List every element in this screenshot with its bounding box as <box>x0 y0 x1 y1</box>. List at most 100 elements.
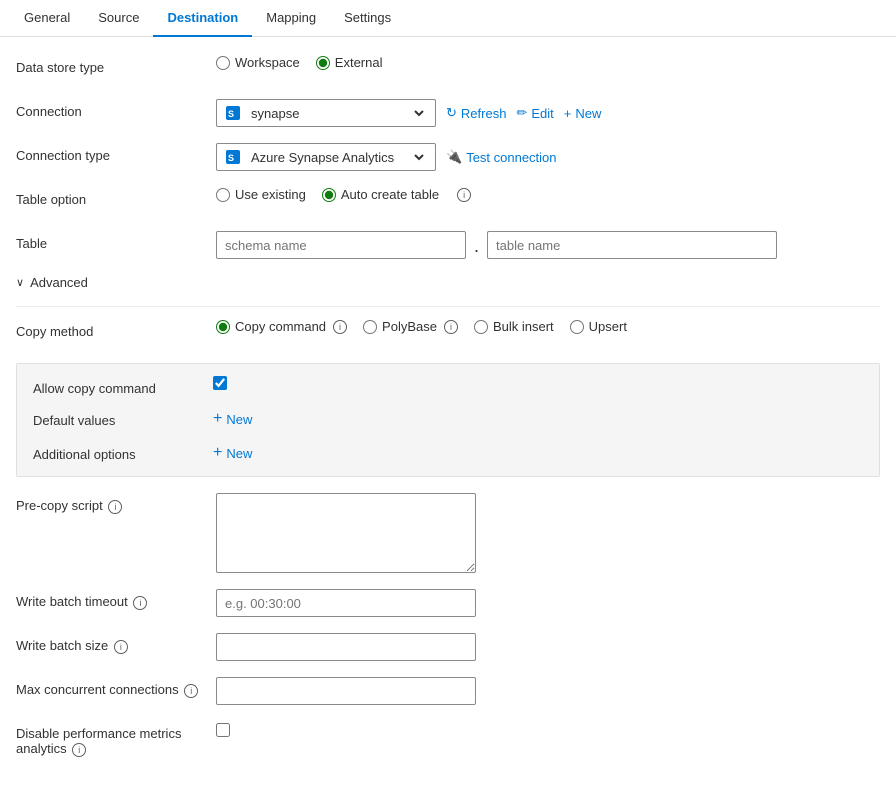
use-existing-radio[interactable] <box>216 188 230 202</box>
plus-icon-default: + <box>213 410 222 428</box>
copy-command-label: Copy command <box>235 319 326 334</box>
disable-perf-info-icon[interactable]: i <box>72 743 86 757</box>
divider <box>16 306 880 307</box>
advanced-toggle[interactable]: ∨ Advanced <box>16 275 880 290</box>
write-batch-timeout-control <box>216 589 880 617</box>
copy-method-row: Copy method Copy command i PolyBase i Bu… <box>16 319 880 347</box>
table-label: Table <box>16 231 216 251</box>
upsert-radio[interactable] <box>570 320 584 334</box>
bulk-insert-radio-item[interactable]: Bulk insert <box>474 319 554 334</box>
tab-mapping[interactable]: Mapping <box>252 0 330 37</box>
test-connection-link[interactable]: 🔌 Test connection <box>446 149 557 165</box>
external-radio-item[interactable]: External <box>316 55 383 70</box>
chevron-down-icon: ∨ <box>16 276 24 289</box>
connection-select[interactable]: synapse <box>247 105 427 122</box>
disable-perf-checkbox[interactable] <box>216 723 230 737</box>
refresh-label: Refresh <box>461 106 507 121</box>
tabs-bar: General Source Destination Mapping Setti… <box>0 0 896 37</box>
write-batch-timeout-row: Write batch timeout i <box>16 589 880 617</box>
pre-copy-script-control <box>216 493 880 573</box>
svg-text:S: S <box>228 153 234 163</box>
bulk-insert-radio[interactable] <box>474 320 488 334</box>
schema-name-input[interactable] <box>216 231 466 259</box>
additional-options-new-label: New <box>226 446 252 461</box>
upsert-radio-item[interactable]: Upsert <box>570 319 627 334</box>
allow-copy-command-row: Allow copy command <box>33 376 863 396</box>
connection-control: S synapse ↻ Refresh ✏ Edit + <box>216 99 880 127</box>
table-option-label: Table option <box>16 187 216 207</box>
copy-method-label: Copy method <box>16 319 216 339</box>
external-radio[interactable] <box>316 56 330 70</box>
default-values-control: + New <box>213 408 863 430</box>
disable-perf-control <box>216 721 880 737</box>
max-concurrent-row: Max concurrent connections i <box>16 677 880 705</box>
plus-icon: + <box>564 106 572 121</box>
copy-command-radio-item[interactable]: Copy command i <box>216 319 347 334</box>
connection-type-select[interactable]: Azure Synapse Analytics <box>247 149 427 166</box>
copy-command-panel: Allow copy command Default values + New … <box>16 363 880 477</box>
auto-create-radio[interactable] <box>322 188 336 202</box>
new-connection-label: New <box>575 106 601 121</box>
max-concurrent-input[interactable] <box>216 677 476 705</box>
write-batch-size-label-text: Write batch size <box>16 638 108 653</box>
copy-command-info-icon[interactable]: i <box>333 320 347 334</box>
tab-source[interactable]: Source <box>84 0 153 37</box>
connection-type-row: Connection type S Azure Synapse Analytic… <box>16 143 880 171</box>
auto-create-info-icon[interactable]: i <box>457 188 471 202</box>
disable-perf-row: Disable performance metrics analytics i <box>16 721 880 757</box>
tab-general[interactable]: General <box>10 0 84 37</box>
allow-copy-command-control <box>213 376 863 390</box>
additional-options-new-btn[interactable]: + New <box>213 442 252 464</box>
max-concurrent-control <box>216 677 880 705</box>
table-option-row: Table option Use existing Auto create ta… <box>16 187 880 215</box>
workspace-radio-label: Workspace <box>235 55 300 70</box>
refresh-link[interactable]: ↻ Refresh <box>446 105 506 121</box>
write-batch-size-info-icon[interactable]: i <box>114 640 128 654</box>
default-values-label: Default values <box>33 408 213 428</box>
connection-row: Connection S synapse ↻ Refresh <box>16 99 880 127</box>
write-batch-timeout-input[interactable] <box>216 589 476 617</box>
new-connection-link[interactable]: + New <box>564 106 602 121</box>
data-store-type-control: Workspace External <box>216 55 880 70</box>
use-existing-radio-item[interactable]: Use existing <box>216 187 306 202</box>
pre-copy-script-textarea[interactable] <box>216 493 476 573</box>
auto-create-radio-item[interactable]: Auto create table <box>322 187 439 202</box>
tab-destination[interactable]: Destination <box>153 0 252 37</box>
write-batch-timeout-info-icon[interactable]: i <box>133 596 147 610</box>
polybase-radio-item[interactable]: PolyBase i <box>363 319 458 334</box>
plus-icon-additional: + <box>213 444 222 462</box>
tab-settings[interactable]: Settings <box>330 0 405 37</box>
connection-select-box[interactable]: S synapse <box>216 99 436 127</box>
dot-separator: . <box>474 234 479 257</box>
copy-command-radio[interactable] <box>216 320 230 334</box>
polybase-info-icon[interactable]: i <box>444 320 458 334</box>
workspace-radio-item[interactable]: Workspace <box>216 55 300 70</box>
connection-label: Connection <box>16 99 216 119</box>
connection-type-label: Connection type <box>16 143 216 163</box>
svg-text:S: S <box>228 109 234 119</box>
connection-type-dropdown-wrap: S Azure Synapse Analytics 🔌 Test connect… <box>216 143 557 171</box>
connection-type-select-box[interactable]: S Azure Synapse Analytics <box>216 143 436 171</box>
use-existing-label: Use existing <box>235 187 306 202</box>
write-batch-size-label: Write batch size i <box>16 633 216 654</box>
default-values-new-btn[interactable]: + New <box>213 408 252 430</box>
max-concurrent-info-icon[interactable]: i <box>184 684 198 698</box>
workspace-radio[interactable] <box>216 56 230 70</box>
disable-perf-label-text: Disable performance metrics analytics <box>16 726 181 756</box>
pre-copy-info-icon[interactable]: i <box>108 500 122 514</box>
write-batch-size-control <box>216 633 880 661</box>
synapse-type-icon: S <box>225 149 241 165</box>
max-concurrent-label: Max concurrent connections i <box>16 677 216 698</box>
table-name-input[interactable] <box>487 231 777 259</box>
additional-options-control: + New <box>213 442 863 464</box>
connection-dropdown-wrap: S synapse ↻ Refresh ✏ Edit + <box>216 99 601 127</box>
polybase-radio[interactable] <box>363 320 377 334</box>
table-option-control: Use existing Auto create table i <box>216 187 880 202</box>
edit-link[interactable]: ✏ Edit <box>516 105 553 121</box>
write-batch-size-input[interactable] <box>216 633 476 661</box>
allow-copy-command-checkbox[interactable] <box>213 376 227 390</box>
additional-options-row: Additional options + New <box>33 442 863 464</box>
write-batch-size-row: Write batch size i <box>16 633 880 661</box>
polybase-label: PolyBase <box>382 319 437 334</box>
test-connection-label: Test connection <box>466 150 556 165</box>
